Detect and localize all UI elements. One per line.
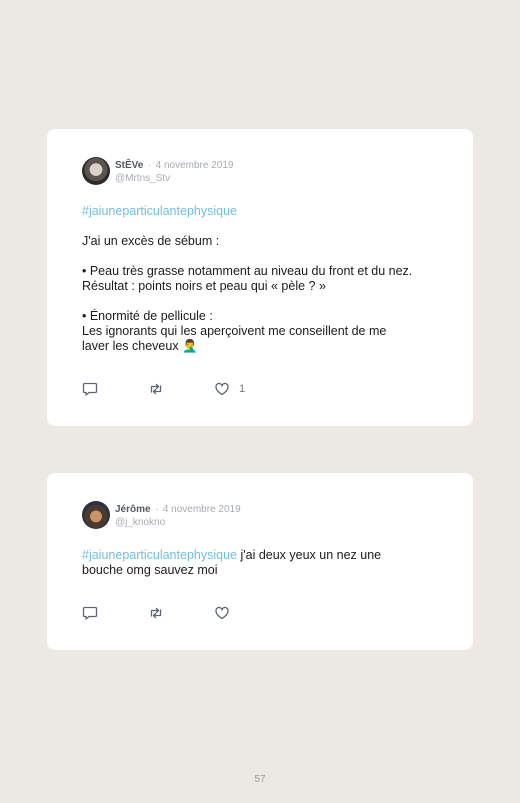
author-name[interactable]: Jérôme: [115, 504, 151, 515]
tweet-actions: 1: [82, 381, 245, 397]
tweet-actions: [82, 605, 230, 621]
tweet-header: StÊVe · 4 novembre 2019 @Mrtns_Stv: [82, 157, 233, 185]
hashtag-link[interactable]: #jaiuneparticulantephysique: [82, 548, 237, 562]
tweet-date[interactable]: 4 novembre 2019: [163, 504, 241, 515]
reply-button[interactable]: [82, 381, 98, 397]
heart-icon: [215, 382, 229, 396]
avatar[interactable]: [82, 501, 110, 529]
retweet-button[interactable]: [148, 605, 164, 621]
hashtag-link[interactable]: #jaiuneparticulantephysique: [82, 204, 237, 218]
tweet-line: bouche omg sauvez moi: [82, 563, 218, 577]
tweet-header: Jérôme · 4 novembre 2019 @j_knokno: [82, 501, 241, 529]
heart-icon: [215, 606, 229, 620]
separator: ·: [155, 504, 159, 515]
like-button[interactable]: 1: [214, 381, 245, 397]
tweet-line: laver les cheveux 🤦‍♂️: [82, 339, 198, 353]
reply-icon: [82, 382, 98, 396]
retweet-icon: [150, 607, 162, 619]
reply-button[interactable]: [82, 605, 98, 621]
avatar[interactable]: [82, 157, 110, 185]
reply-icon: [82, 606, 98, 620]
tweet-line: • Énormité de pellicule :: [82, 309, 213, 323]
author-handle[interactable]: @j_knokno: [115, 516, 241, 529]
like-count: 1: [239, 383, 246, 395]
separator: ·: [147, 160, 152, 171]
page-number: 57: [254, 774, 266, 785]
author-name[interactable]: StÊVe: [115, 160, 143, 171]
retweet-button[interactable]: [148, 381, 164, 397]
tweet-body: #jaiuneparticulantephysique J'ai un excè…: [82, 204, 452, 354]
retweet-icon: [150, 383, 162, 395]
tweet-card: StÊVe · 4 novembre 2019 @Mrtns_Stv #jaiu…: [47, 129, 473, 426]
tweet-body: #jaiuneparticulantephysique j'ai deux ye…: [82, 548, 452, 578]
tweet-card: Jérôme · 4 novembre 2019 @j_knokno #jaiu…: [47, 473, 473, 650]
tweet-line: Résultat : points noirs et peau qui « pè…: [82, 279, 326, 293]
tweet-text: j'ai deux yeux un nez une: [236, 548, 382, 562]
tweet-line: Les ignorants qui les aperçoivent me con…: [82, 324, 387, 338]
tweet-line: • Peau très grasse notamment au niveau d…: [82, 264, 413, 278]
author-handle[interactable]: @Mrtns_Stv: [115, 172, 233, 185]
tweet-date[interactable]: 4 novembre 2019: [156, 160, 234, 171]
tweet-line: J'ai un excès de sébum :: [82, 234, 220, 248]
like-button[interactable]: [214, 605, 230, 621]
